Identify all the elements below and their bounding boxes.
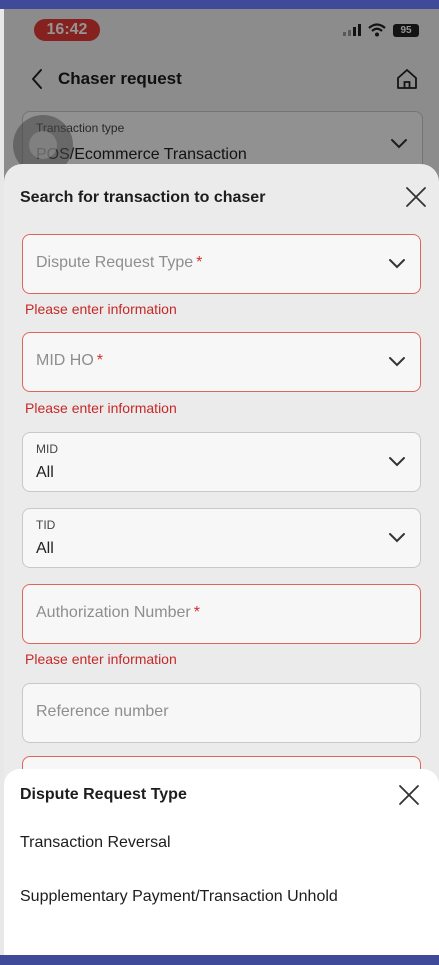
mid-ho-error: Please enter information: [25, 400, 177, 416]
chevron-down-icon: [389, 533, 405, 543]
tid-select[interactable]: TID All: [22, 508, 421, 568]
bottom-accent-bar: [0, 955, 439, 965]
mid-ho-select[interactable]: MID HO *: [22, 332, 421, 392]
reference-number-input[interactable]: Reference number: [22, 683, 421, 743]
close-icon[interactable]: [405, 186, 427, 208]
chevron-down-icon: [389, 457, 405, 467]
chevron-down-icon: [389, 259, 405, 269]
authorization-number-input[interactable]: Authorization Number *: [22, 584, 421, 644]
dispute-request-type-error: Please enter information: [25, 301, 177, 317]
dispute-request-type-placeholder: Dispute Request Type: [36, 254, 194, 271]
option-transaction-reversal[interactable]: Transaction Reversal: [20, 834, 171, 852]
mid-select[interactable]: MID All: [22, 432, 421, 492]
search-sheet-title: Search for transaction to chaser: [20, 189, 266, 206]
chevron-down-icon: [389, 357, 405, 367]
mid-ho-placeholder: MID HO: [36, 352, 94, 369]
search-sheet: Search for transaction to chaser Dispute…: [4, 164, 439, 816]
close-icon[interactable]: [398, 784, 420, 806]
tid-label: TID: [36, 518, 56, 532]
tid-value: All: [36, 540, 54, 557]
required-mark: *: [96, 352, 104, 369]
required-mark: *: [196, 254, 203, 271]
authorization-number-error: Please enter information: [25, 651, 177, 667]
dispute-request-type-select[interactable]: Dispute Request Type *: [22, 234, 421, 294]
picker-title: Dispute Request Type: [20, 786, 187, 803]
mid-value: All: [36, 464, 54, 481]
required-mark: *: [193, 604, 200, 621]
option-supplementary-payment[interactable]: Supplementary Payment/Transaction Unhold: [20, 888, 338, 906]
mid-label: MID: [36, 442, 58, 456]
phone-screen: 16:42 95 Chaser request Transaction type…: [4, 9, 439, 955]
reference-number-placeholder: Reference number: [36, 703, 169, 720]
authorization-number-placeholder: Authorization Number: [36, 604, 191, 621]
top-accent-bar: [0, 0, 439, 9]
dispute-request-type-picker: Dispute Request Type Transaction Reversa…: [4, 769, 439, 955]
